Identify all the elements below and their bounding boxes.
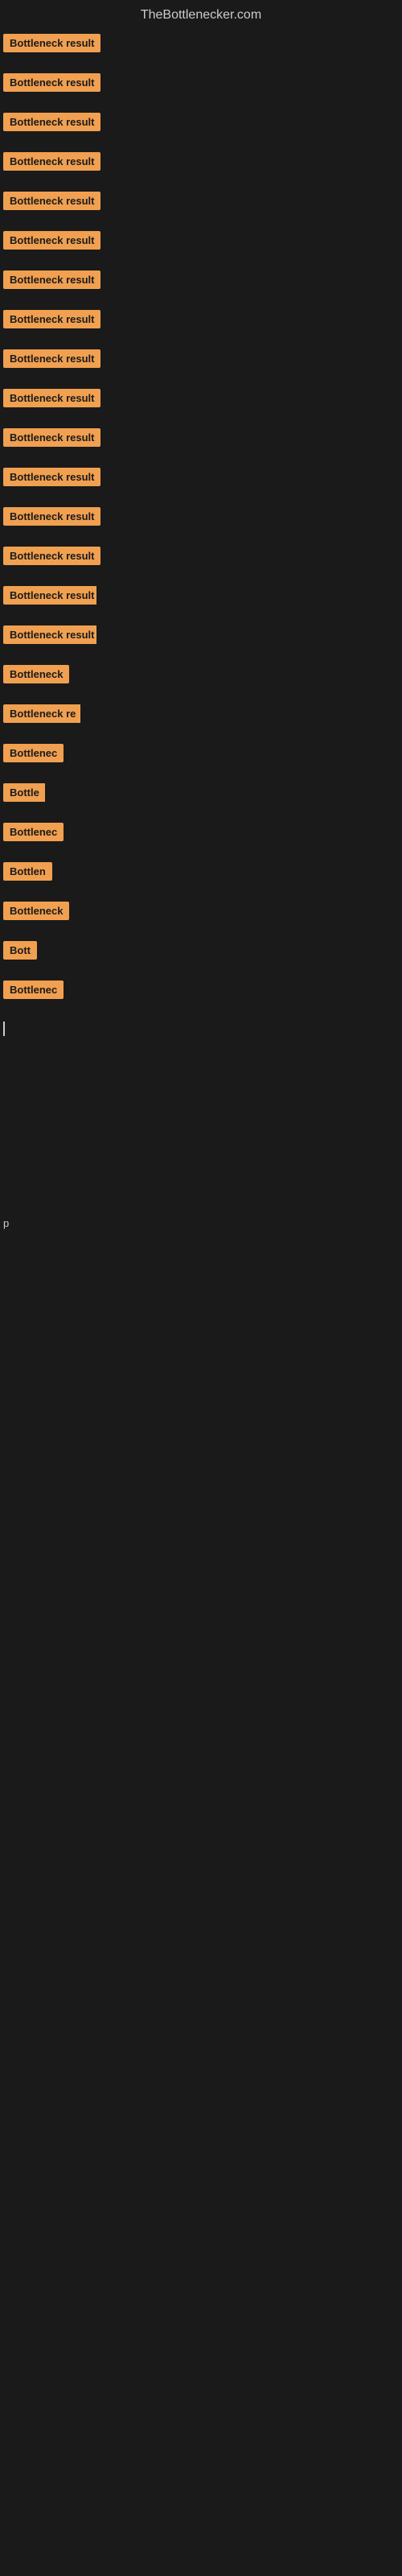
badge-11: Bottleneck result	[3, 428, 100, 447]
badge-17: Bottleneck	[3, 665, 69, 683]
row-23: Bottleneck	[0, 897, 69, 936]
badge-24: Bott	[3, 941, 37, 960]
row-15: Bottleneck result	[0, 581, 96, 621]
badge-4: Bottleneck result	[3, 152, 100, 171]
badge-6: Bottleneck result	[3, 231, 100, 250]
row-19: Bottlenec	[0, 739, 64, 778]
site-title: TheBottlenecker.com	[0, 0, 402, 29]
row-5: Bottleneck result	[0, 187, 402, 226]
badge-15: Bottleneck result	[3, 586, 96, 605]
badge-20: Bottle	[3, 783, 45, 802]
row-4: Bottleneck result	[0, 147, 402, 187]
row-16: Bottleneck result	[0, 621, 96, 660]
badge-7: Bottleneck result	[3, 270, 100, 289]
badge-14: Bottleneck result	[3, 547, 100, 565]
page-container: TheBottlenecker.com Bottleneck result Bo…	[0, 0, 402, 2576]
row-25: Bottlenec	[0, 976, 64, 1015]
badge-21: Bottlenec	[3, 823, 64, 841]
empty-space-1	[0, 1052, 402, 1213]
badge-10: Bottleneck result	[3, 389, 100, 407]
row-12: Bottleneck result	[0, 463, 402, 502]
small-char-area: p	[0, 1213, 402, 1234]
badge-9: Bottleneck result	[3, 349, 100, 368]
row-6: Bottleneck result	[0, 226, 402, 266]
row-22: Bottlen	[0, 857, 53, 897]
small-char: p	[3, 1217, 9, 1229]
row-17: Bottleneck	[0, 660, 72, 700]
badge-3: Bottleneck result	[3, 113, 100, 131]
badge-19: Bottlenec	[3, 744, 64, 762]
badge-2: Bottleneck result	[3, 73, 100, 92]
badge-22: Bottlen	[3, 862, 52, 881]
row-11: Bottleneck result	[0, 423, 402, 463]
badge-13: Bottleneck result	[3, 507, 100, 526]
badge-1: Bottleneck result	[3, 34, 100, 52]
badge-25: Bottlenec	[3, 980, 64, 999]
badge-16: Bottleneck result	[3, 625, 96, 644]
row-21: Bottlenec	[0, 818, 64, 857]
row-3: Bottleneck result	[0, 108, 402, 147]
row-9: Bottleneck result	[0, 345, 402, 384]
badge-12: Bottleneck result	[3, 468, 100, 486]
row-13: Bottleneck result	[0, 502, 402, 542]
row-1: Bottleneck result	[0, 29, 402, 68]
row-20: Bottle	[0, 778, 45, 818]
row-2: Bottleneck result	[0, 68, 402, 108]
badge-23: Bottleneck	[3, 902, 69, 920]
badge-18: Bottleneck re	[3, 704, 80, 723]
row-10: Bottleneck result	[0, 384, 402, 423]
cursor-area	[0, 1015, 402, 1052]
cursor-line	[3, 1022, 5, 1036]
row-14: Bottleneck result	[0, 542, 402, 581]
row-7: Bottleneck result	[0, 266, 402, 305]
row-8: Bottleneck result	[0, 305, 402, 345]
badge-5: Bottleneck result	[3, 192, 100, 210]
badge-8: Bottleneck result	[3, 310, 100, 328]
empty-space-2	[0, 1234, 402, 1637]
row-18: Bottleneck re	[0, 700, 80, 739]
row-24: Bott	[0, 936, 37, 976]
